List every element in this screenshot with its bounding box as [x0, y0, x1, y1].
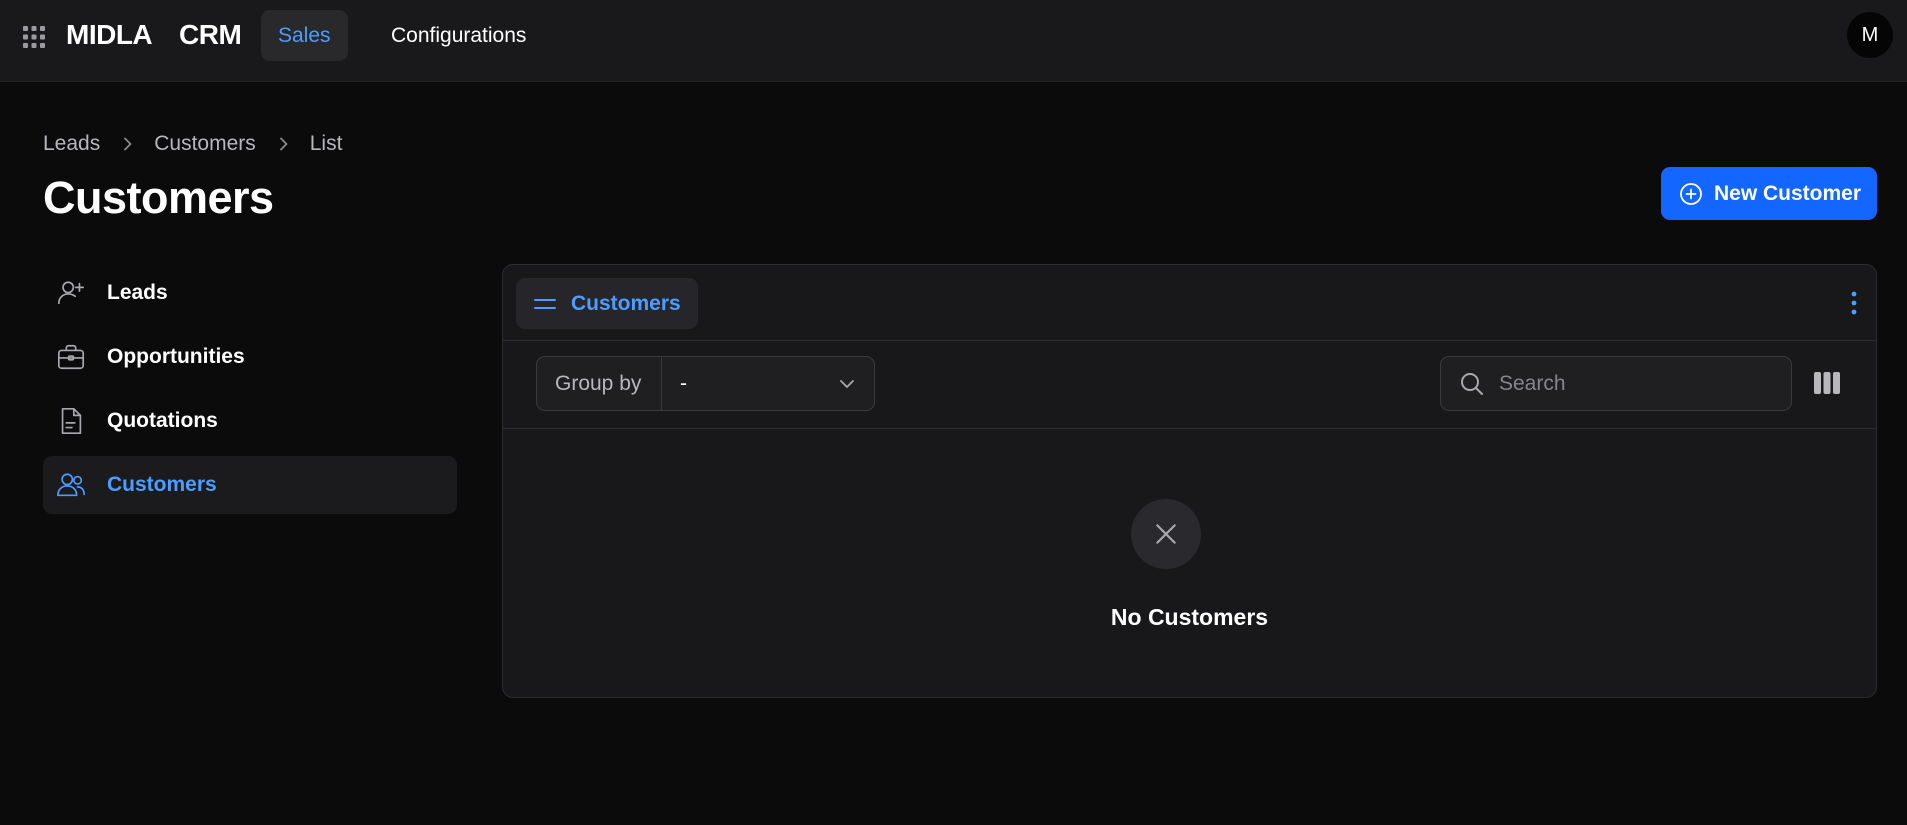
- user-avatar[interactable]: M: [1847, 12, 1893, 58]
- search-input[interactable]: [1499, 371, 1791, 396]
- group-by-select[interactable]: -: [662, 357, 874, 410]
- group-by-control: Group by -: [536, 356, 875, 411]
- sidebar-item-customers[interactable]: Customers: [43, 456, 457, 514]
- apps-grid-icon[interactable]: [22, 25, 46, 49]
- new-customer-button[interactable]: New Customer: [1661, 167, 1877, 220]
- more-vertical-icon[interactable]: [1847, 289, 1861, 317]
- plus-circle-icon: [1679, 182, 1703, 206]
- top-navbar: MIDLA CRM Sales Configurations M: [0, 0, 1907, 82]
- group-by-label: Group by: [537, 357, 662, 410]
- search-icon: [1459, 371, 1485, 397]
- sidebar-item-label: Leads: [107, 281, 168, 304]
- columns-icon[interactable]: [1814, 372, 1840, 394]
- chevron-right-icon: [124, 137, 132, 151]
- brand-name: MIDLA: [66, 19, 153, 50]
- breadcrumb: Leads Customers List: [43, 130, 342, 158]
- sidebar-item-leads[interactable]: Leads: [43, 264, 457, 322]
- sidebar-item-label: Customers: [107, 473, 217, 496]
- sidebar-item-label: Quotations: [107, 409, 218, 432]
- customers-list-panel: Customers Group by - No Customers: [502, 264, 1877, 698]
- brand-suffix: CRM: [179, 19, 242, 50]
- briefcase-icon: [55, 341, 87, 373]
- page-title: Customers: [43, 172, 274, 223]
- chevron-right-icon: [279, 137, 288, 151]
- empty-state-badge: [1131, 499, 1201, 569]
- close-icon: [1156, 524, 1176, 544]
- search-field: [1440, 356, 1792, 411]
- view-tab-label: Customers: [571, 291, 681, 315]
- breadcrumb-customers[interactable]: Customers: [154, 132, 256, 156]
- breadcrumb-leads[interactable]: Leads: [43, 132, 100, 156]
- panel-header: Customers: [503, 265, 1876, 341]
- sidebar-item-opportunities[interactable]: Opportunities: [43, 328, 457, 386]
- sidebar-item-label: Opportunities: [107, 345, 245, 368]
- breadcrumb-list: List: [309, 132, 343, 155]
- sidebar: Leads Opportunities Quotations Customers: [43, 264, 457, 520]
- list-icon: [533, 292, 557, 316]
- new-customer-label: New Customer: [1714, 181, 1862, 205]
- document-icon: [55, 405, 87, 437]
- user-plus-icon: [55, 277, 87, 309]
- view-tab-customers[interactable]: Customers: [516, 278, 698, 329]
- empty-state: No Customers: [503, 429, 1876, 697]
- list-toolbar: Group by -: [503, 341, 1876, 429]
- sidebar-item-quotations[interactable]: Quotations: [43, 392, 457, 450]
- group-by-value: -: [680, 371, 687, 395]
- chevron-down-icon: [840, 379, 854, 388]
- users-icon: [55, 469, 87, 501]
- empty-state-message: No Customers: [1110, 604, 1269, 630]
- nav-tab-configurations[interactable]: Configurations: [374, 10, 543, 61]
- nav-tab-sales[interactable]: Sales: [261, 10, 348, 61]
